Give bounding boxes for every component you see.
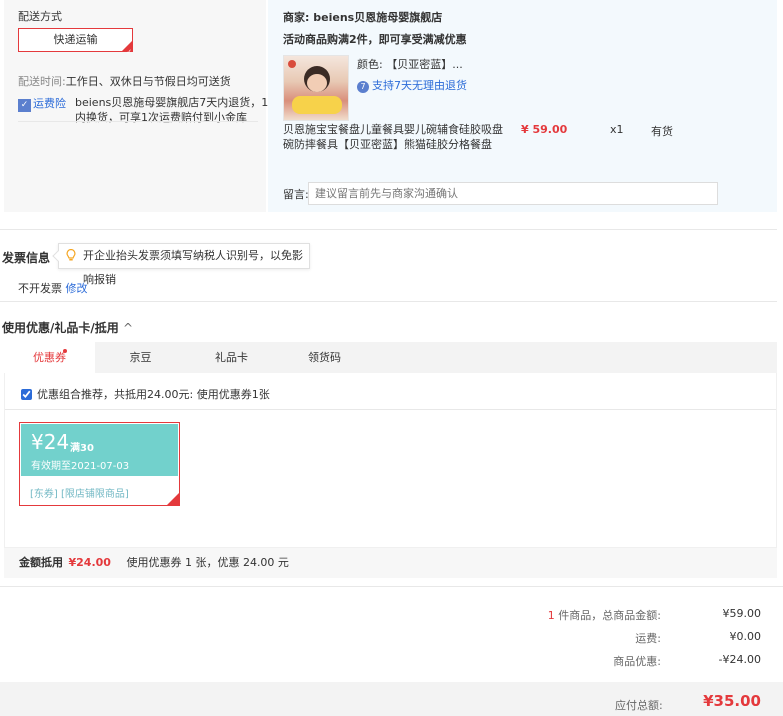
deduct-label: 金额抵用 [19, 556, 63, 569]
tab-pickup-code[interactable]: 领货码 [277, 342, 372, 373]
delivery-time-value: 工作日、双休日与节假日均可送货 [65, 75, 231, 88]
chevron-up-icon: ^ [122, 321, 134, 335]
discount-toggle[interactable]: 使用优惠/礼品卡/抵用 ^ [2, 319, 133, 336]
coupon-tags: [东券] [限店铺限商品] [30, 485, 129, 500]
coupon-selected-icon [167, 493, 179, 505]
selected-check-icon [122, 41, 132, 63]
color-value: 【贝亚密蓝】... [386, 58, 463, 71]
shipping-title: 配送方式 [18, 10, 62, 23]
invoice-tip: 开企业抬头发票须填写纳税人识别号，以免影响报销 [52, 243, 310, 286]
item-count-suffix: 件商品，总商品金额: [558, 609, 661, 622]
remark-input[interactable] [308, 182, 718, 205]
delivery-time: 配送时间:工作日、双休日与节假日均可送货 [18, 73, 231, 89]
return-policy-text: 支持7天无理由退货 [372, 79, 467, 92]
product-thumbnail[interactable] [283, 55, 349, 121]
deduct-detail: 使用优惠券 1 张，优惠 24.00 元 [126, 556, 289, 569]
coupon-header: ¥24 满30 有效期至2021-07-03 [21, 424, 178, 476]
recommend-row: 优惠组合推荐，共抵用24.00元: 使用优惠券1张 [21, 386, 270, 402]
return-policy: 7 支持7天无理由退货 [357, 77, 467, 93]
express-shipping-button[interactable]: 快递运输 [18, 28, 133, 63]
merchant-promo: 活动商品购满2件，即可享受满减优惠 [283, 33, 467, 46]
discount-title: 使用优惠/礼品卡/抵用 [2, 321, 119, 335]
express-shipping-label: 快递运输 [53, 33, 98, 46]
insurance-badge-wrap: ✓ 运费险 [18, 95, 66, 112]
tab-coupons-label: 优惠券 [33, 351, 66, 364]
invoice-edit-link[interactable]: 修改 [66, 282, 88, 295]
coupon-tag-2: [限店铺限商品] [61, 489, 129, 500]
shipping-fee-row: 运费: ¥0.00 [461, 630, 761, 646]
tab-jingdou[interactable]: 京豆 [95, 342, 186, 373]
return-icon: 7 [357, 81, 369, 93]
deduct-amount: ¥24.00 [68, 556, 111, 569]
insurance-text-line1: beiens贝恩施母婴旗舰店7天内退货，15天 [75, 96, 287, 109]
remark-label: 留言: [283, 188, 309, 201]
shipping-fee-label: 运费: [635, 632, 661, 645]
product-name-line2: 碗防摔餐具【贝亚密蓝】熊猫硅胶分格餐盘 [283, 138, 492, 151]
invoice-tip-text: 开企业抬头发票须填写纳税人识别号，以免影响报销 [83, 249, 303, 286]
payable-value: ¥35.00 [703, 692, 761, 710]
insurance-badge: 运费险 [33, 97, 66, 110]
shield-icon: ✓ [18, 99, 31, 112]
product-price: ¥ 59.00 [521, 123, 568, 136]
tab-jingdou-label: 京豆 [129, 351, 152, 364]
tab-coupons[interactable]: 优惠券 [4, 342, 95, 373]
shipping-fee-value: ¥0.00 [729, 630, 762, 643]
recommend-checkbox[interactable] [21, 388, 32, 400]
coupon-expiry: 有效期至2021-07-03 [31, 461, 130, 472]
coupon-card[interactable]: ¥24 满30 有效期至2021-07-03 [东券] [限店铺限商品] [19, 422, 180, 506]
invoice-status-line: 不开发票 修改 [18, 280, 88, 296]
lightbulb-icon [66, 249, 76, 261]
coupon-divider [5, 409, 776, 410]
summary-divider [0, 586, 783, 587]
coupon-amount: ¥24 [31, 430, 70, 454]
merchant-label: 商家: [283, 11, 310, 24]
goods-total-row: 1 件商品，总商品金额: ¥59.00 [461, 607, 761, 623]
item-count: 1 [547, 609, 555, 622]
coupon-tag-1: [东券] [30, 489, 58, 500]
goods-total-label: 1 件商品，总商品金额: [548, 607, 661, 623]
section-divider [0, 229, 777, 230]
invoice-status: 不开发票 [18, 282, 62, 295]
goods-discount-label: 商品优惠: [613, 655, 661, 668]
discount-row: 商品优惠: -¥24.00 [461, 653, 761, 669]
tab-gift-card-label: 礼品卡 [215, 351, 248, 364]
product-color: 颜色: 【贝亚密蓝】... [357, 56, 463, 72]
tab-pickup-code-label: 领货码 [308, 351, 341, 364]
product-quantity: x1 [610, 123, 624, 136]
discount-tabs: 优惠券 京豆 礼品卡 领货码 [4, 342, 777, 373]
payable-label: 应付总额: [615, 699, 663, 712]
color-label: 颜色: [357, 58, 383, 71]
merchant-line: 商家: beiens贝恩施母婴旗舰店 [283, 9, 442, 25]
coupon-condition: 满30 [70, 443, 94, 454]
insurance-text-line2: 内换货，可享1次运费赔付到小金库 [75, 111, 247, 124]
product-name[interactable]: 贝恩施宝宝餐盘儿童餐具婴儿碗辅食硅胶吸盘 碗防摔餐具【贝亚密蓝】熊猫硅胶分格餐盘 [283, 122, 503, 152]
product-name-line1: 贝恩施宝宝餐盘儿童餐具婴儿碗辅食硅胶吸盘 [283, 123, 503, 136]
goods-total-value: ¥59.00 [722, 607, 762, 620]
section-divider-2 [0, 301, 777, 302]
invoice-title: 发票信息 [2, 251, 51, 265]
delivery-time-label: 配送时间: [18, 75, 66, 88]
recommend-text: 优惠组合推荐，共抵用24.00元: 使用优惠券1张 [37, 388, 270, 401]
deduct-bar: 金额抵用 ¥24.00 使用优惠券 1 张，优惠 24.00 元 [4, 548, 777, 578]
tab-gift-card[interactable]: 礼品卡 [186, 342, 277, 373]
goods-discount-value: -¥24.00 [718, 653, 761, 666]
merchant-name: beiens贝恩施母婴旗舰店 [313, 11, 443, 24]
total-bar [0, 682, 783, 716]
shipping-divider [18, 121, 258, 122]
new-dot-icon [63, 349, 67, 353]
product-stock: 有货 [651, 125, 673, 138]
